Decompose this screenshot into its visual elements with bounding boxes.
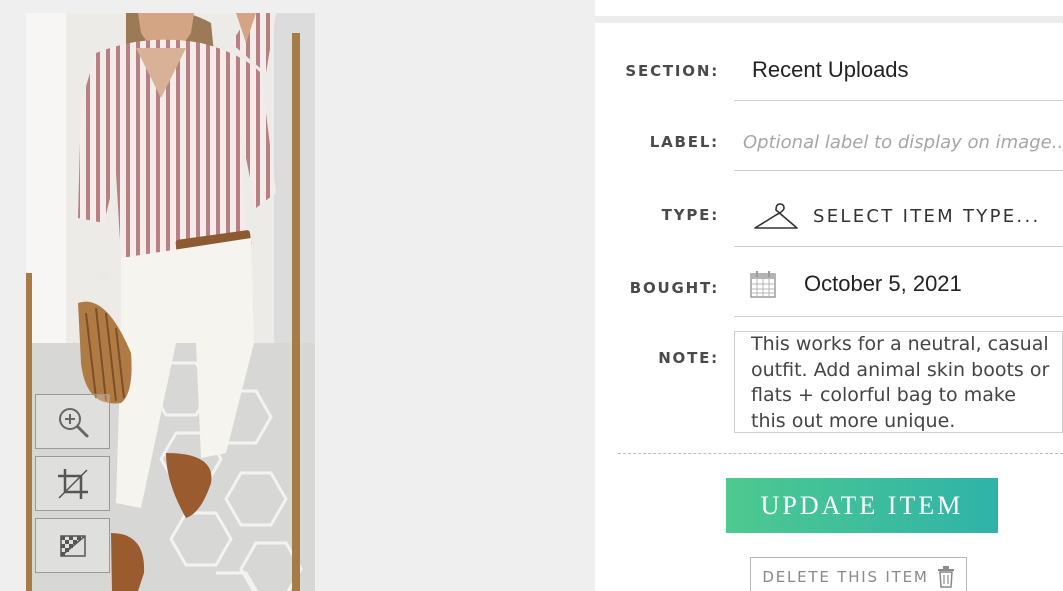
item-form-panel: SECTION: Recent Uploads LABEL: TYPE: SEL… — [595, 0, 1063, 591]
section-underline — [734, 100, 1063, 101]
bought-date-value: October 5, 2021 — [804, 271, 962, 296]
item-type-text: SELECT ITEM TYPE... — [813, 205, 1041, 227]
calendar-icon — [750, 271, 776, 298]
delete-item-button[interactable]: DELETE THIS ITEM — [750, 557, 967, 591]
zoom-in-button[interactable] — [35, 394, 110, 449]
section-select[interactable]: Recent Uploads — [752, 57, 909, 83]
hanger-icon — [754, 203, 798, 229]
type-label: TYPE: — [661, 206, 719, 224]
item-type-select[interactable]: SELECT ITEM TYPE... — [753, 196, 1053, 236]
label-input[interactable] — [743, 125, 1063, 159]
section-label: SECTION: — [625, 62, 719, 80]
bought-underline — [734, 316, 1063, 317]
update-item-button[interactable]: UPDATE ITEM — [726, 478, 998, 533]
crop-button[interactable] — [35, 456, 110, 511]
bought-label: BOUGHT: — [629, 279, 719, 297]
trash-icon — [937, 566, 954, 588]
form-divider — [618, 453, 1063, 454]
bought-date-field[interactable]: October 5, 2021 — [750, 270, 962, 298]
label-underline — [734, 170, 1063, 171]
note-label: NOTE: — [658, 349, 719, 367]
delete-item-label: DELETE THIS ITEM — [762, 568, 929, 586]
background-remove-icon — [59, 534, 86, 557]
note-textarea[interactable]: This works for a neutral, casual outfit.… — [734, 331, 1063, 433]
type-underline — [734, 246, 1063, 247]
remove-background-button[interactable] — [35, 518, 110, 573]
label-label: LABEL: — [649, 133, 719, 151]
crop-icon — [57, 468, 88, 499]
panel-top-bar — [595, 16, 1063, 23]
zoom-in-icon — [58, 407, 88, 437]
